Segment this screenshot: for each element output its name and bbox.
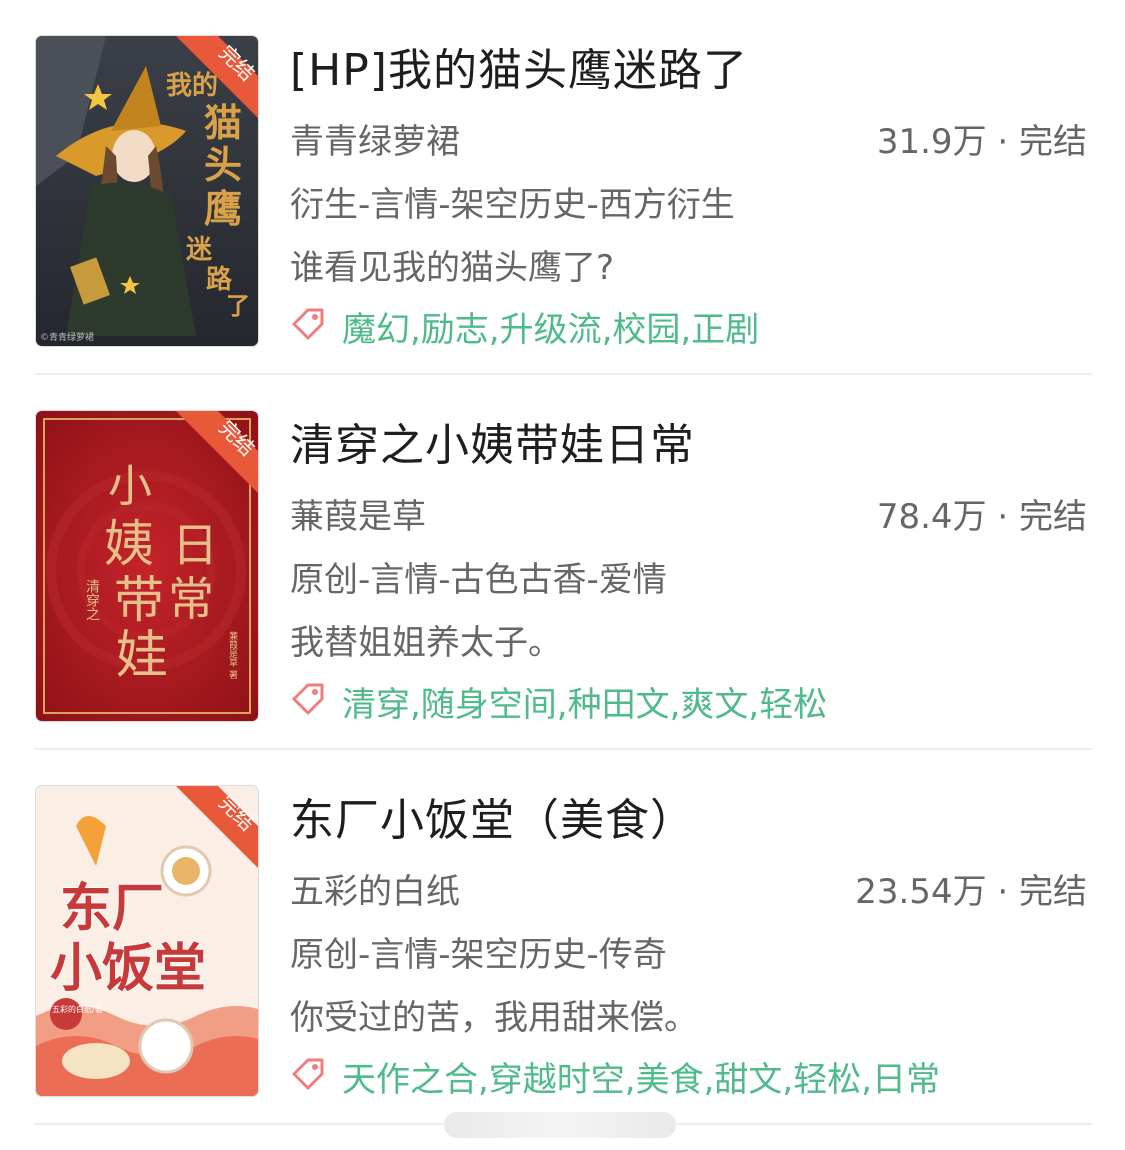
book-meta: 23.54万 · 完结: [855, 872, 1087, 912]
cover-title-char: 带: [114, 571, 164, 629]
cover-title-char: 我的: [166, 70, 218, 101]
book-meta: 31.9万 · 完结: [876, 122, 1087, 162]
cover-title-char: 了: [226, 291, 250, 320]
book-author[interactable]: 蒹葭是草: [290, 489, 426, 538]
book-title[interactable]: 东厂小饭堂（美食）: [290, 784, 695, 848]
cover-title-char: 头: [204, 142, 242, 187]
cover-title-line: 小饭堂: [50, 938, 206, 999]
cover-art-food: 完结 东厂 小饭堂 五彩的白纸/著: [36, 786, 258, 1096]
tag-list: 天作之合,穿越时空,美食,甜文,轻松,日常: [342, 1060, 941, 1100]
cover-title-char: 迷: [186, 235, 213, 265]
book-category: 衍生-言情-架空历史-西方衍生: [290, 185, 735, 225]
book-author[interactable]: 五彩的白纸: [290, 864, 460, 913]
cover-author-mark: 五彩的白纸/著: [52, 1004, 103, 1014]
book-item[interactable]: 完结 小 姨 带 娃 日 常 清穿之 蒹葭是草 著 清穿之小姨带娃日常 蒹葭是草…: [0, 375, 1125, 735]
tag-icon: [292, 1058, 324, 1090]
book-author[interactable]: 青青绿萝裙: [290, 114, 460, 163]
tag-icon: [292, 683, 324, 715]
cover-art-red: 完结 小 姨 带 娃 日 常 清穿之 蒹葭是草 著: [36, 411, 258, 721]
book-cover[interactable]: 完结 小 姨 带 娃 日 常 清穿之 蒹葭是草 著: [36, 411, 258, 721]
cover-subtitle: 清穿之: [84, 579, 100, 622]
cover-title-char: 小: [108, 461, 152, 512]
book-summary: 我替姐姐养太子。: [290, 623, 562, 663]
book-summary: 谁看见我的猫头鹰了?: [290, 248, 615, 288]
tag-list: 魔幻,励志,升级流,校园,正剧: [342, 310, 760, 350]
book-category: 原创-言情-古色古香-爱情: [290, 560, 667, 600]
book-category: 原创-言情-架空历史-传奇: [290, 935, 667, 975]
book-title[interactable]: 清穿之小姨带娃日常: [290, 409, 695, 473]
book-item[interactable]: 完结 我的 猫 头 鹰 迷 路 了 ©青青绿萝裙 [HP]我的猫头鹰迷路了 青青…: [0, 0, 1125, 360]
book-cover[interactable]: 完结 我的 猫 头 鹰 迷 路 了 ©青青绿萝裙: [36, 36, 258, 346]
cover-author-mark: ©青青绿萝裙: [40, 331, 94, 343]
cover-author-mark: 蒹葭是草 著: [227, 630, 238, 679]
cover-art-witch: 完结 我的 猫 头 鹰 迷 路 了 ©青青绿萝裙: [36, 36, 258, 346]
book-item[interactable]: 完结 东厂 小饭堂 五彩的白纸/著 东厂小饭堂（美食） 五彩的白纸 23.54万…: [0, 750, 1125, 1110]
cover-title-line: 东厂: [60, 878, 164, 939]
cover-title-char: 日: [172, 518, 218, 572]
cover-title-char: 常: [168, 572, 214, 626]
book-title[interactable]: [HP]我的猫头鹰迷路了: [290, 34, 748, 98]
book-cover[interactable]: 完结 东厂 小饭堂 五彩的白纸/著: [36, 786, 258, 1096]
book-summary: 你受过的苦，我用甜来偿。: [290, 998, 698, 1038]
tag-icon: [292, 308, 324, 340]
tag-list: 清穿,随身空间,种田文,爽文,轻松: [342, 685, 828, 725]
watermark: [444, 1112, 676, 1138]
book-meta: 78.4万 · 完结: [876, 497, 1087, 537]
cover-title-char: 娃: [116, 626, 168, 686]
cover-title-char: 姨: [104, 515, 154, 573]
cover-title-char: 鹰: [204, 186, 242, 231]
cover-title-char: 猫: [204, 100, 242, 145]
